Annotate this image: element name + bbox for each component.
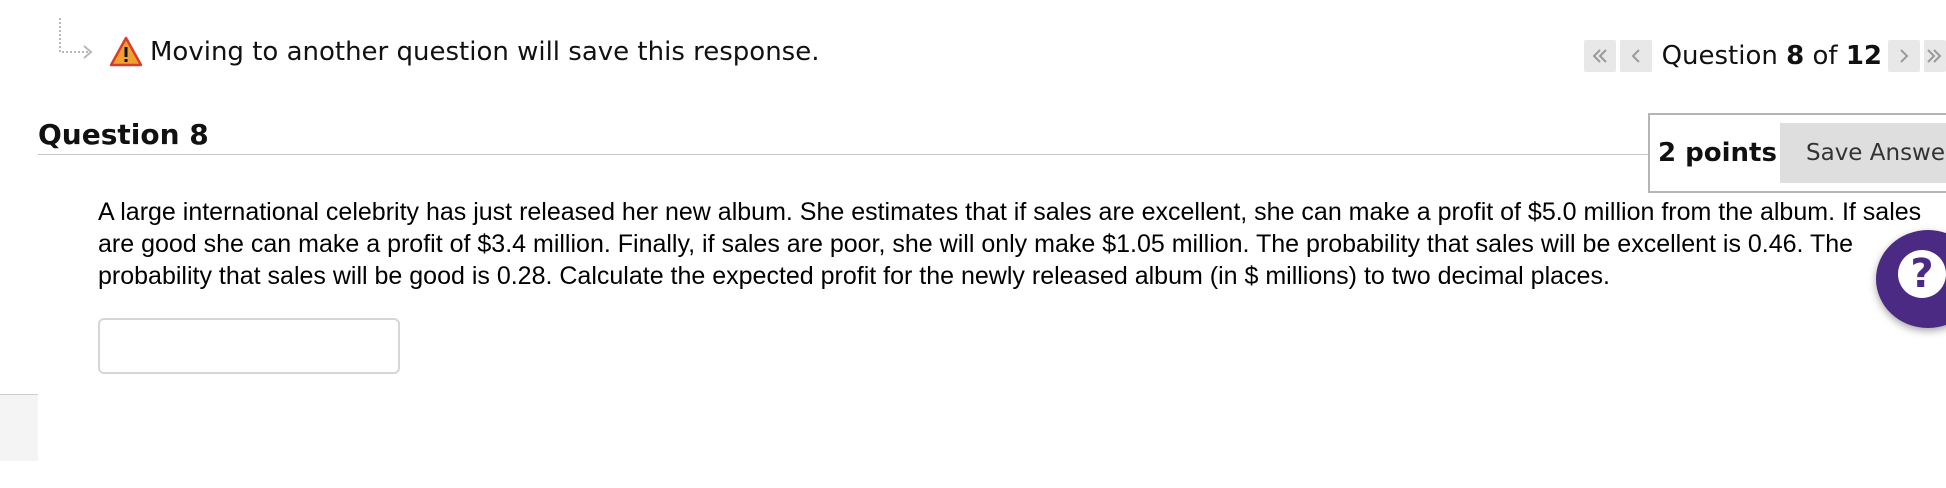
left-panel [0, 394, 38, 461]
help-icon: ? [1898, 250, 1946, 298]
notice-text: Moving to another question will save thi… [150, 37, 820, 67]
pager-prefix: Question [1661, 41, 1787, 71]
title-divider [38, 154, 1648, 155]
pager-status: Question 8 of 12 [1662, 41, 1882, 71]
double-chevron-right-icon [1927, 49, 1942, 63]
chevron-right-icon [1900, 49, 1909, 63]
last-question-button[interactable] [1924, 40, 1946, 72]
question-pager: Question 8 of 12 [1583, 40, 1946, 72]
double-chevron-left-icon [1592, 49, 1607, 63]
first-question-button[interactable] [1583, 40, 1616, 72]
save-answer-button[interactable]: Save Answer [1780, 123, 1946, 183]
save-notice: Moving to another question will save thi… [110, 36, 820, 68]
answer-input[interactable] [98, 318, 400, 374]
next-question-button[interactable] [1888, 40, 1920, 72]
question-title: Question 8 [38, 118, 209, 151]
previous-question-button[interactable] [1619, 40, 1652, 72]
chevron-left-icon [1631, 49, 1640, 63]
points-box: 2 points Save Answer [1648, 113, 1946, 193]
pager-middle: of [1804, 41, 1846, 71]
return-arrow-icon [59, 18, 93, 59]
question-points: 2 points [1658, 138, 1777, 168]
warning-icon [110, 36, 142, 67]
pager-current: 8 [1786, 41, 1805, 71]
pager-total: 12 [1845, 41, 1882, 71]
question-text: A large international celebrity has just… [98, 198, 1922, 290]
